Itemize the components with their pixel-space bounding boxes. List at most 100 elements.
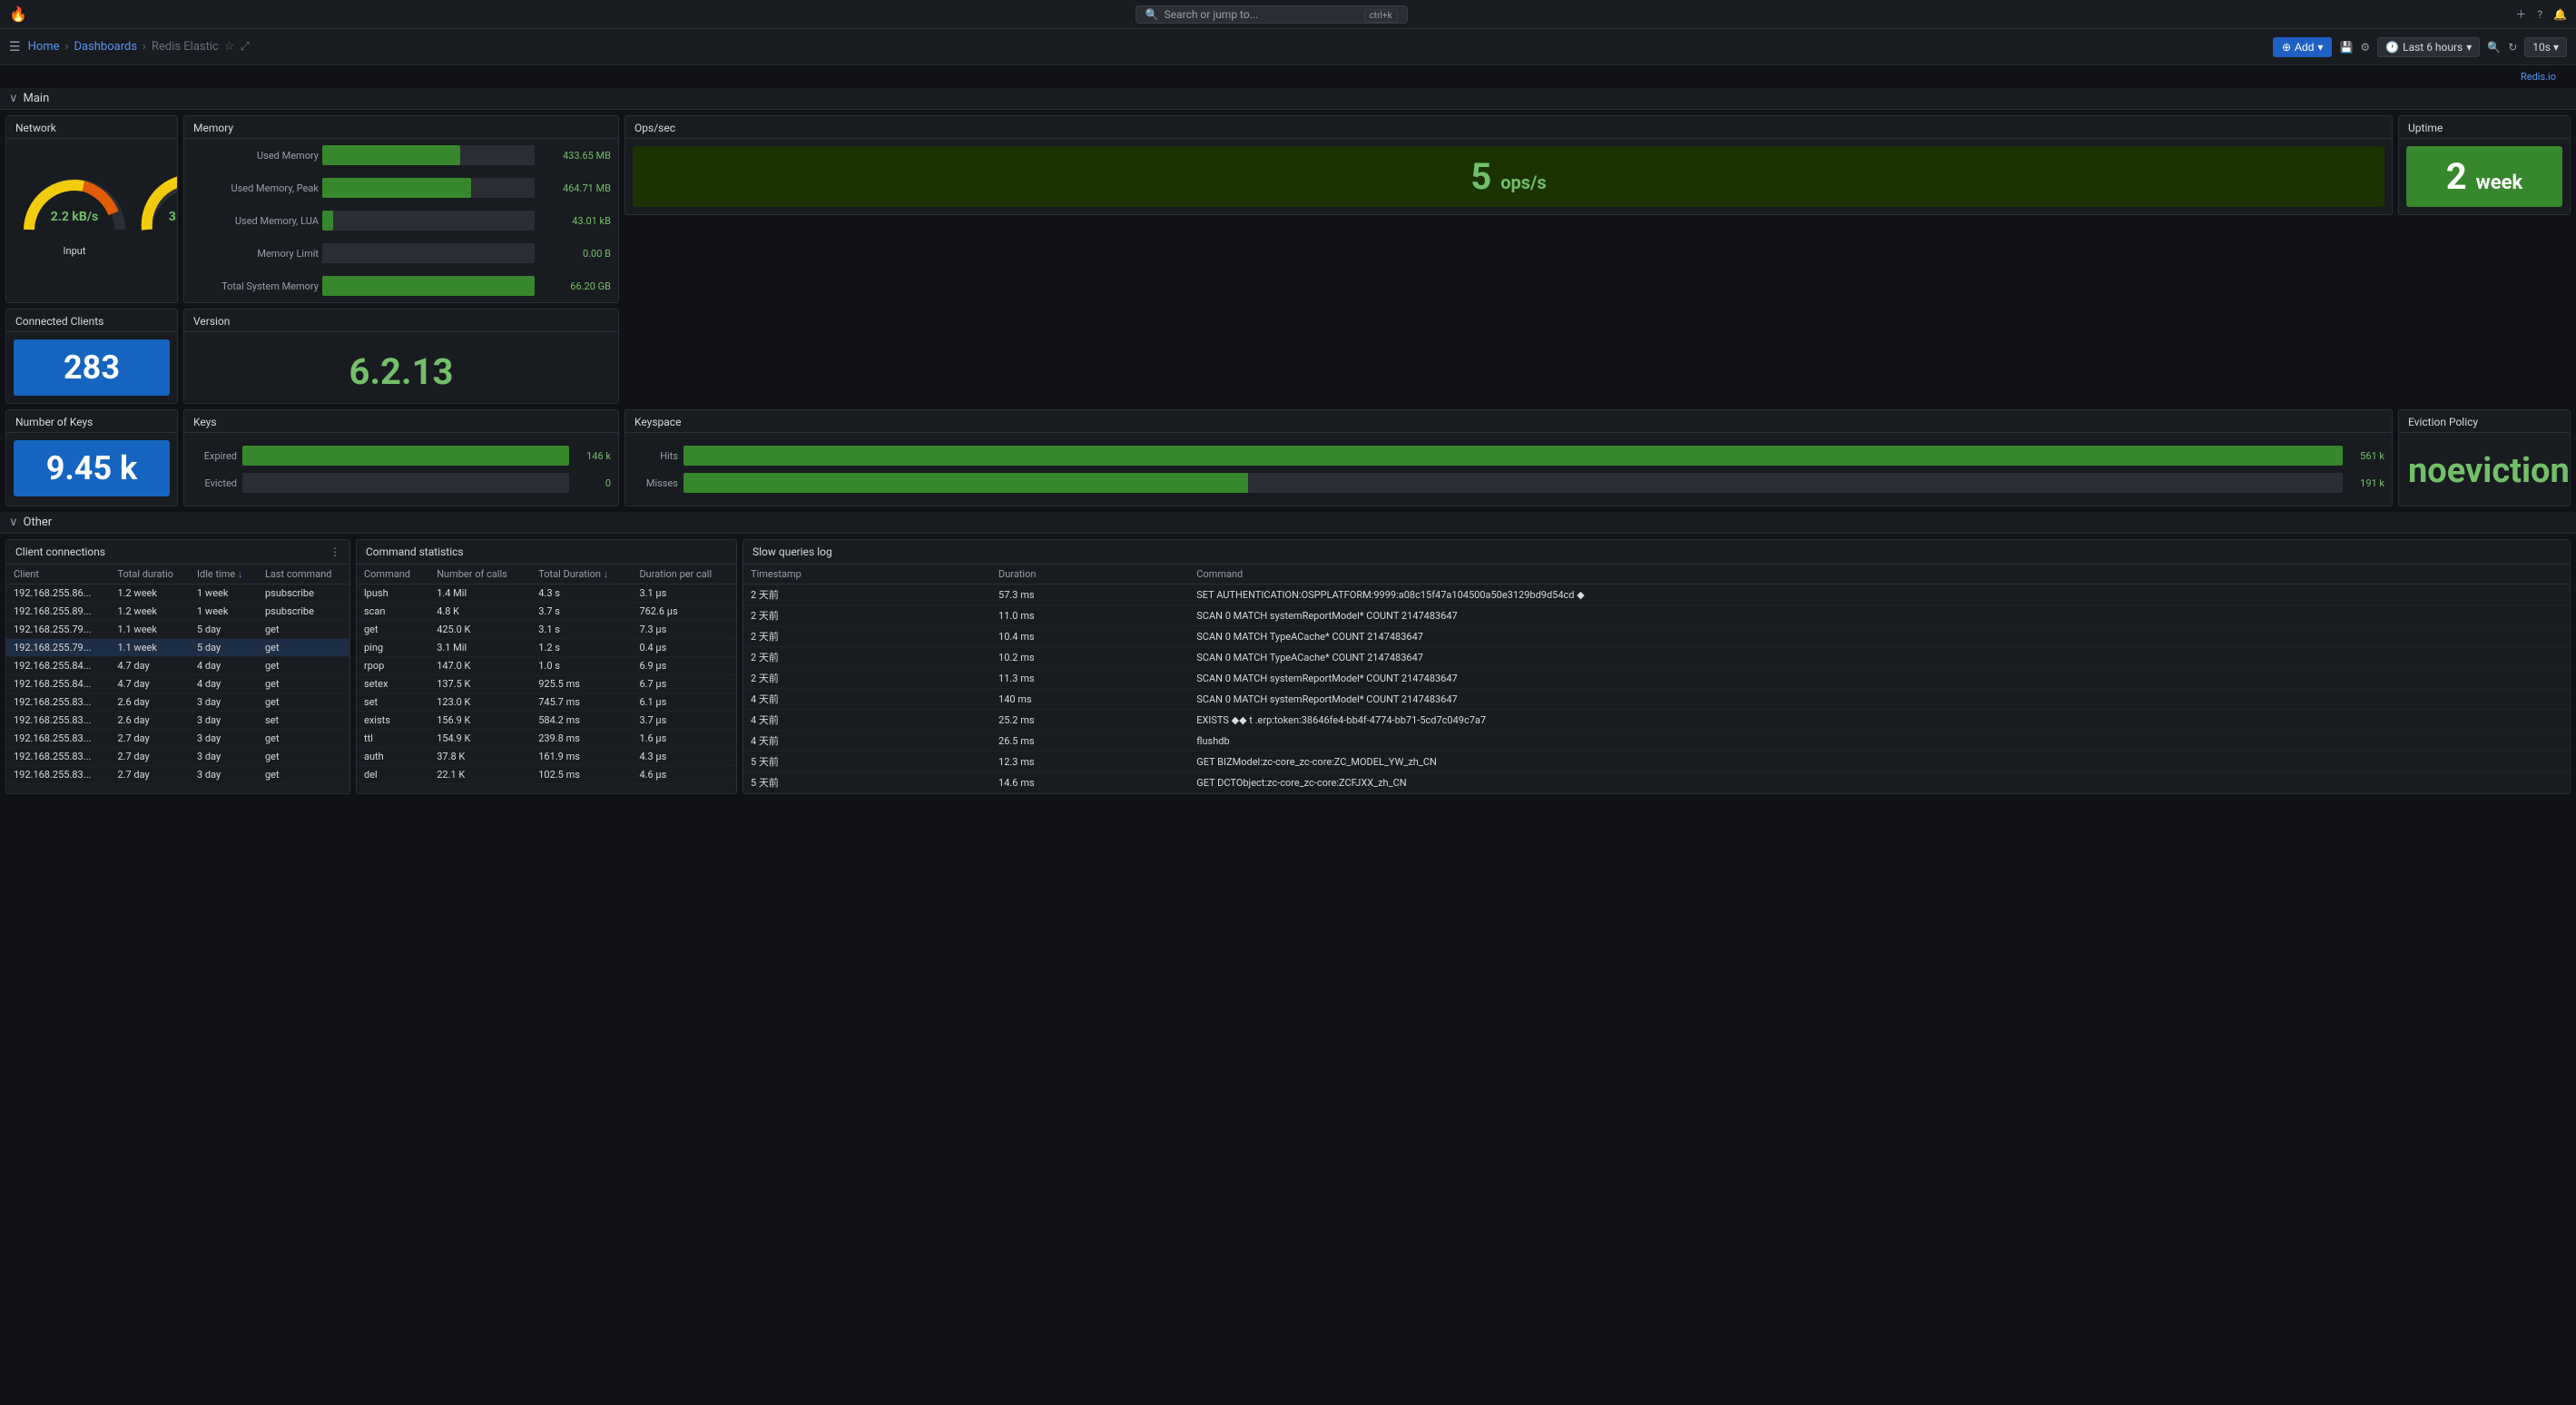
other-chevron-icon: ∨ [9,516,18,529]
version-title: Version [184,309,618,332]
eviction-value: noeviction [2399,433,2570,500]
ops-sec-body: 5 ops/s [625,139,2392,214]
add-chevron-icon: ▾ [2317,41,2323,54]
version-value: 6.2.13 [184,332,618,402]
memory-row-3: Memory Limit 0.00 B [184,237,618,270]
memory-row-0: Used Memory 433.65 MB [184,139,618,172]
slow-queries-table: Timestamp Duration Command 2 天前57.3 msSE… [743,565,2570,793]
menu-icon[interactable]: ☰ [9,40,21,54]
slow-queries-panel: Slow queries log Timestamp Duration Comm… [742,539,2571,794]
ops-sec-title: Ops/sec [625,116,2392,139]
navbar-right: ⊕ Add ▾ 💾 ⚙ 🕐 Last 6 hours ▾ 🔍 ↻ 10s ▾ [2273,37,2567,57]
clients-title: Connected Clients [6,309,177,332]
table-row: rpop147.0 K1.0 s6.9 μs [357,657,736,675]
table-row: scan4.8 K3.7 s762.6 μs [357,603,736,621]
table-row: ping3.1 Mil1.2 s0.4 μs [357,639,736,657]
star-icon[interactable]: ☆ [224,40,235,54]
table-row: ttl154.9 K239.8 ms1.6 μs [357,730,736,748]
dashboards-link[interactable]: Dashboards [74,40,137,54]
bell-icon[interactable]: 🔔 [2553,8,2567,21]
settings-icon[interactable]: ⚙ [2360,41,2370,54]
redis-io-link[interactable]: Redis.io [9,67,2567,86]
memory-title: Memory [184,116,618,139]
logo-icon: 🔥 [9,5,27,23]
table-row: del22.1 K102.5 ms4.6 μs [357,766,736,784]
main-chevron-icon: ∨ [9,92,18,105]
keys-expired-row: Expired 146 k [184,442,618,469]
input-gauge-svg: 2.2 kB/s [15,166,133,239]
client-connections-header: Client connections ⋮ [6,540,349,565]
refresh-icon[interactable]: ↻ [2508,41,2517,54]
other-section-label: Other [24,516,53,529]
main-section-label: Main [24,92,50,105]
col-duration: Duration [991,565,1189,585]
keyspace-hits-row: Hits 561 k [625,442,2392,469]
main-dashboard: Ops/sec 5 ops/s Network 2.2 kB/s [0,110,2576,512]
slow-queries-title: Slow queries log [752,545,832,558]
col-command: Command [1189,565,2570,585]
table-row: 192.168.255.84...4.7 day4 dayget [6,657,349,675]
add-button[interactable]: ⊕ Add ▾ [2273,37,2332,57]
time-chevron-icon: ▾ [2466,41,2472,54]
uptime-body: 2 week [2399,139,2570,214]
share-icon[interactable]: ⤢ [241,40,250,54]
keyspace-title: Keyspace [625,410,2392,433]
ops-sec-value: 5 ops/s [633,146,2384,207]
cmd-header-row: Command Number of calls Total Duration ↓… [357,565,736,585]
keys-panel: Keys Expired 146 k Evicted 0 [183,409,619,506]
command-stats-title: Command statistics [366,545,464,558]
home-link[interactable]: Home [28,40,60,54]
help-icon[interactable]: ? [2537,8,2542,21]
table-row: 192.168.255.83...2.7 day3 dayget [6,766,349,784]
table-row: 192.168.255.83...2.7 day3 dayget [6,730,349,748]
col-total-dur: Total duratio [110,565,190,585]
search-icon: 🔍 [1145,8,1159,21]
col-last-cmd: Last command [258,565,349,585]
clients-body: 283 [6,332,177,403]
version-panel: Version 6.2.13 [183,309,619,404]
client-connections-menu-icon[interactable]: ⋮ [329,545,340,558]
ops-sec-panel: Ops/sec 5 ops/s [624,115,2393,215]
eviction-title: Eviction Policy [2399,410,2570,433]
table-header-row: Client Total duratio Idle time ↓ Last co… [6,565,349,585]
memory-panel: Memory Used Memory 433.65 MB Used Memory… [183,115,619,303]
memory-bar-4 [322,276,535,296]
col-idle: Idle time ↓ [190,565,258,585]
table-row: 5 天前12.3 msGET BIZModel:zc-core_zc-core:… [743,752,2570,772]
table-row: 192.168.255.83...2.6 day3 dayset [6,712,349,730]
keys-rows: Expired 146 k Evicted 0 [184,433,618,506]
table-row: 5 天前14.6 msGET DCTObject:zc-core_zc-core… [743,772,2570,793]
svg-text:3.3 kB/s: 3.3 kB/s [169,210,178,224]
input-gauge: 2.2 kB/s Input [15,166,133,257]
breadcrumb-sep1: › [65,40,69,54]
memory-row-2: Used Memory, LUA 43.01 kB [184,204,618,237]
topbar: 🔥 🔍 Search or jump to... ctrl+k ＋ ? 🔔 [0,0,2576,29]
command-stats-header: Command statistics [357,540,736,565]
memory-rows: Used Memory 433.65 MB Used Memory, Peak … [184,139,618,302]
svg-text:2.2 kB/s: 2.2 kB/s [51,210,98,224]
keyspace-misses-row: Misses 191 k [625,469,2392,496]
zoom-out-icon[interactable]: 🔍 [2487,41,2501,54]
main-section-header[interactable]: ∨ Main [0,88,2576,110]
eviction-panel: Eviction Policy noeviction [2398,409,2571,506]
time-range-picker[interactable]: 🕐 Last 6 hours ▾ [2377,37,2480,57]
col-cmd: Command [357,565,429,585]
output-gauge: 3.3 kB/s Output [133,166,178,257]
search-bar[interactable]: 🔍 Search or jump to... ctrl+k [1136,5,1408,24]
plus-icon[interactable]: ＋ [2515,6,2526,22]
table-row: get425.0 K3.1 s7.3 μs [357,621,736,639]
table-row: 2 天前11.0 msSCAN 0 MATCH systemReportMode… [743,605,2570,626]
network-title: Network [6,116,177,139]
other-section-header[interactable]: ∨ Other [0,512,2576,534]
breadcrumb: Home › Dashboards › Redis Elastic ☆ ⤢ [28,40,250,54]
table-row: setex137.5 K925.5 ms6.7 μs [357,675,736,693]
refresh-interval[interactable]: 10s ▾ [2524,37,2567,57]
keys-evicted-row: Evicted 0 [184,469,618,496]
client-connections-title: Client connections [15,545,105,558]
slow-queries-header: Slow queries log [743,540,2570,565]
keys-chart-title: Keys [184,410,618,433]
keyspace-misses-bar [683,473,1248,493]
add-icon: ⊕ [2282,41,2291,54]
save-icon[interactable]: 💾 [2339,41,2353,54]
search-placeholder: Search or jump to... [1165,8,1259,21]
